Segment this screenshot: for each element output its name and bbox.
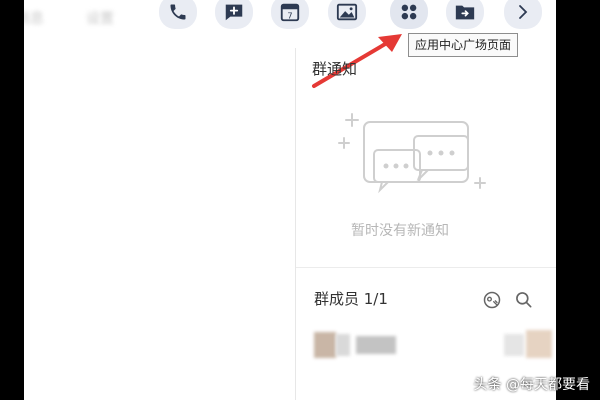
folder-icon [455, 5, 475, 20]
app-window: 消息 设置 7 [24, 0, 556, 400]
search-icon [516, 292, 532, 308]
photo-button[interactable] [328, 0, 366, 29]
empty-notice-text: 暂时没有新通知 [351, 223, 449, 239]
folder-button[interactable] [446, 0, 484, 29]
blurred-tab-label: 设置 [86, 11, 114, 27]
member-extra-blur [504, 334, 524, 356]
calendar-button[interactable]: 7 [271, 0, 309, 29]
group-members-title: 群成员 1/1 [314, 290, 388, 308]
watermark: 头条 @每天都要看 [473, 377, 590, 393]
member-settings-icon [483, 291, 501, 309]
add-comment-button[interactable] [215, 0, 253, 29]
calendar-badge: 7 [287, 10, 292, 20]
app-center-tooltip: 应用中心广场页面 [408, 33, 519, 57]
member-actions [482, 290, 534, 314]
member-name-blur [356, 336, 396, 354]
empty-notice-icon [338, 113, 486, 194]
avatar-blur [336, 334, 350, 356]
image-icon [336, 3, 358, 21]
member-extra-blur [526, 330, 552, 358]
apps-grid-icon [401, 4, 417, 20]
member-settings-button[interactable] [482, 290, 502, 314]
more-button[interactable] [504, 0, 542, 29]
phone-call-button[interactable] [159, 0, 197, 29]
phone-icon [170, 4, 186, 20]
blurred-tab-label: 消息 [24, 11, 44, 27]
group-notice-title: 群通知 [312, 60, 358, 78]
app-center-button[interactable] [390, 0, 428, 29]
section-divider [296, 267, 556, 268]
member-list-item[interactable] [314, 330, 556, 360]
avatar [314, 332, 336, 358]
message-plus-icon [225, 4, 243, 21]
calendar-icon: 7 [280, 3, 300, 22]
pane-divider [295, 48, 296, 400]
chevron-right-icon [519, 5, 528, 19]
member-search-button[interactable] [514, 290, 534, 314]
